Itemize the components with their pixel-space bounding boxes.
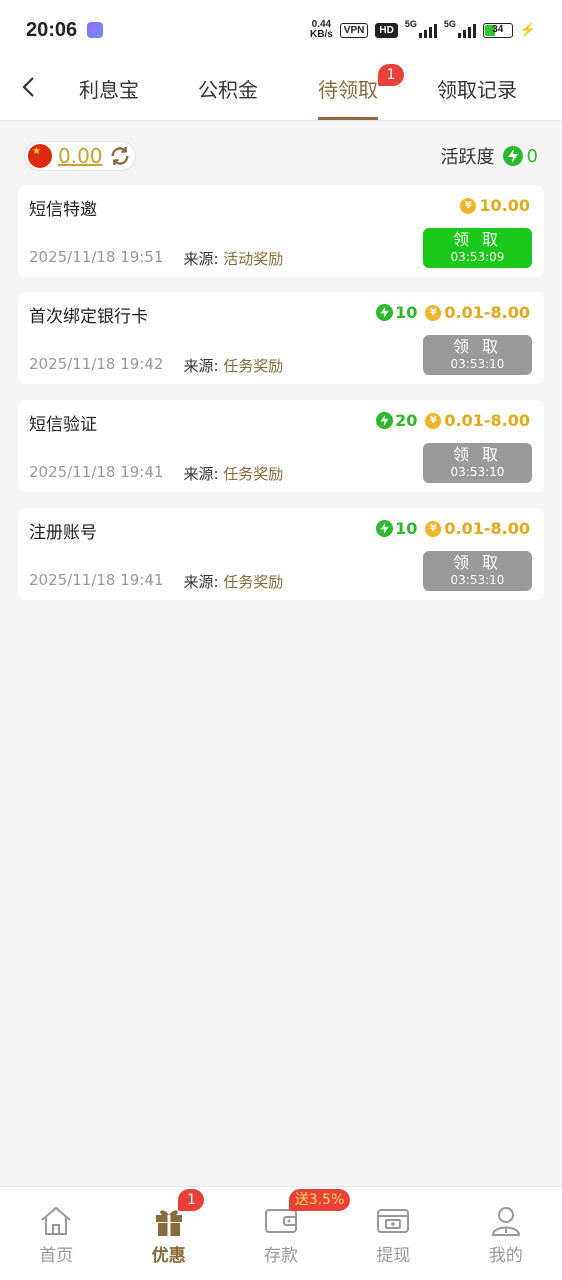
signal-icon: 5G <box>405 19 437 38</box>
claim-button[interactable]: 领 取 03:53:09 <box>423 228 532 268</box>
status-time: 20:06 <box>26 18 78 41</box>
reward-card: 注册账号 10 ¥ 0.01-8.00 2025/11/18 19:41 来源:… <box>18 508 544 600</box>
reward-amounts: ¥ 10.00 <box>460 196 530 215</box>
reward-title: 首次绑定银行卡 <box>29 307 148 327</box>
reward-source: 来源: 任务奖励 <box>183 465 284 483</box>
nav-item-home[interactable]: 首页 <box>0 1187 112 1280</box>
china-flag-icon <box>28 144 52 168</box>
claim-timer: 03:53:10 <box>450 573 505 587</box>
bottom-nav: 首页 优惠 1 存款 送3.5% 提现 我的 <box>0 1186 562 1280</box>
tab-interest[interactable]: 利息宝 <box>79 74 139 120</box>
nav-item-profile[interactable]: 我的 <box>450 1187 562 1280</box>
top-nav: 利息宝 公积金 待领取 1 领取记录 <box>0 60 562 121</box>
reward-title: 注册账号 <box>29 523 97 543</box>
reward-card: 短信验证 20 ¥ 0.01-8.00 2025/11/18 19:41 来源:… <box>18 400 544 492</box>
coin-icon: ¥ <box>425 520 442 537</box>
nav-item-offers[interactable]: 优惠 1 <box>112 1187 224 1280</box>
reward-meta: 2025/11/18 19:41 来源: 任务奖励 <box>29 571 283 592</box>
battery-icon: 34 <box>482 22 513 38</box>
energy-icon <box>376 520 394 537</box>
reward-source: 来源: 任务奖励 <box>183 357 284 375</box>
app-notification-icon <box>87 22 104 38</box>
reward-time: 2025/11/18 19:41 <box>29 571 164 589</box>
balance-row: 0.00 活跃度 0 <box>24 140 538 172</box>
reward-meta: 2025/11/18 19:42 来源: 任务奖励 <box>29 355 283 376</box>
reward-time: 2025/11/18 19:51 <box>29 248 164 266</box>
offers-badge: 1 <box>178 1189 205 1211</box>
activity-score: 活跃度 0 <box>441 143 538 169</box>
reward-card: 短信特邀 ¥ 10.00 2025/11/18 19:51 来源: 活动奖励 领… <box>18 185 544 277</box>
reward-amounts: 20 ¥ 0.01-8.00 <box>376 411 530 430</box>
claim-button[interactable]: 领 取 03:53:10 <box>423 551 532 591</box>
nav-item-withdraw[interactable]: 提现 <box>337 1187 449 1280</box>
reward-amounts: 10 ¥ 0.01-8.00 <box>376 303 530 322</box>
tab-fund[interactable]: 公积金 <box>198 74 258 120</box>
coin-icon: ¥ <box>425 412 442 429</box>
withdraw-icon <box>375 1205 411 1237</box>
back-button[interactable] <box>14 72 44 102</box>
charging-icon: ⚡ <box>519 22 536 37</box>
activity-label: 活跃度 <box>440 147 495 168</box>
reward-time: 2025/11/18 19:42 <box>29 355 164 373</box>
reward-meta: 2025/11/18 19:51 来源: 活动奖励 <box>29 248 283 269</box>
reward-title: 短信验证 <box>29 415 97 435</box>
coin-reward: ¥ 0.01-8.00 <box>425 303 530 322</box>
claim-timer: 03:53:10 <box>450 357 505 371</box>
reward-source: 来源: 任务奖励 <box>183 573 284 591</box>
energy-reward: 20 <box>376 411 417 430</box>
energy-icon <box>376 304 394 321</box>
back-arrow-icon <box>22 77 34 97</box>
coin-reward: ¥ 10.00 <box>460 196 530 215</box>
reward-meta: 2025/11/18 19:41 来源: 任务奖励 <box>29 463 283 484</box>
activity-value: 0 <box>526 145 538 167</box>
reward-source: 来源: 活动奖励 <box>183 250 284 268</box>
claim-button[interactable]: 领 取 03:53:10 <box>423 335 532 375</box>
tab-records[interactable]: 领取记录 <box>437 74 517 120</box>
home-icon <box>38 1205 74 1237</box>
signal-icon: 5G <box>444 19 476 38</box>
claim-button[interactable]: 领 取 03:53:10 <box>423 443 532 483</box>
energy-icon <box>502 146 523 166</box>
vpn-indicator: VPN <box>339 22 369 38</box>
refresh-icon[interactable] <box>109 145 131 167</box>
coin-icon: ¥ <box>425 304 442 321</box>
tab-badge: 1 <box>378 64 404 86</box>
coin-icon: ¥ <box>460 197 477 214</box>
reward-time: 2025/11/18 19:41 <box>29 463 164 481</box>
hd-indicator: HD <box>375 22 398 38</box>
nav-item-deposit[interactable]: 存款 送3.5% <box>225 1187 351 1280</box>
status-bar: 20:06 0.44 KB/s VPN HD 5G 5G 34 ⚡ <box>0 0 562 60</box>
reward-card: 首次绑定银行卡 10 ¥ 0.01-8.00 2025/11/18 19:42 … <box>18 292 544 384</box>
balance-chip[interactable]: 0.00 <box>24 141 136 171</box>
energy-reward: 10 <box>376 519 417 538</box>
claim-timer: 03:53:09 <box>450 250 505 264</box>
network-speed: 0.44 KB/s <box>310 19 333 40</box>
energy-icon <box>376 412 394 429</box>
claim-timer: 03:53:10 <box>450 465 505 479</box>
tab-pending[interactable]: 待领取 1 <box>318 64 404 120</box>
reward-title: 短信特邀 <box>29 200 97 220</box>
status-indicators: 0.44 KB/s VPN HD 5G 5G 34 ⚡ <box>310 19 536 40</box>
coin-reward: ¥ 0.01-8.00 <box>425 411 530 430</box>
reward-amounts: 10 ¥ 0.01-8.00 <box>376 519 530 538</box>
coin-reward: ¥ 0.01-8.00 <box>425 519 530 538</box>
energy-reward: 10 <box>376 303 417 322</box>
profile-icon <box>488 1205 524 1237</box>
balance-value[interactable]: 0.00 <box>58 144 103 168</box>
